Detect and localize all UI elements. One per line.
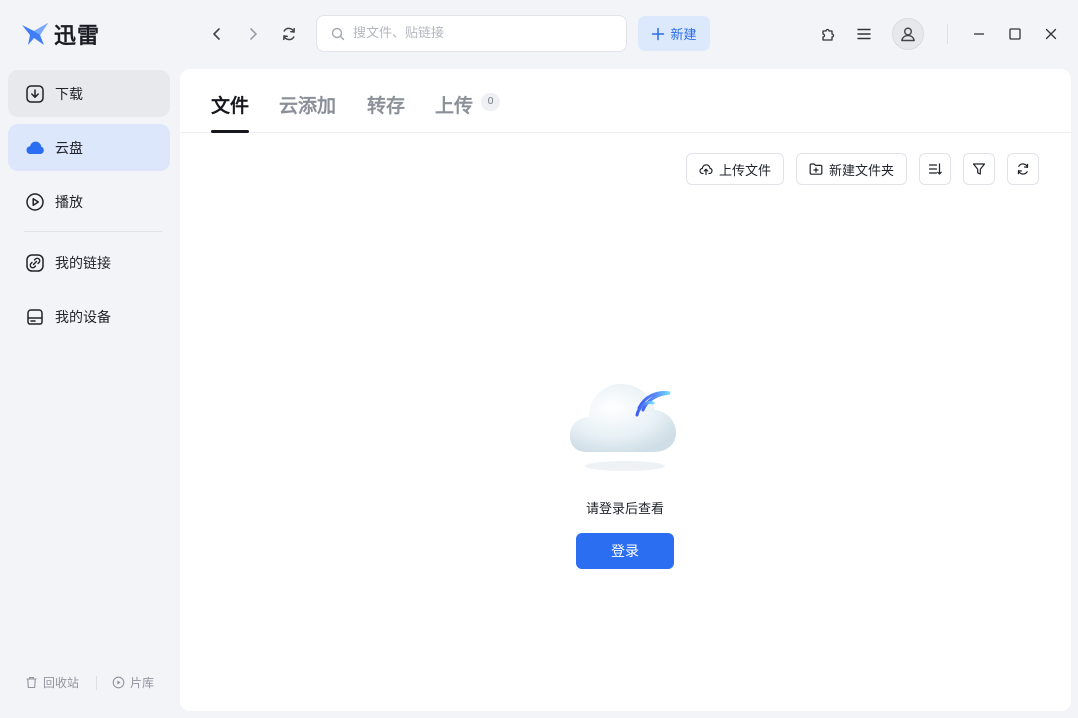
sort-icon	[928, 163, 942, 175]
plus-icon	[652, 27, 665, 40]
tab-bar: 文件 云添加 转存 上传 0	[180, 69, 1071, 133]
sidebar-item-my-devices[interactable]: 我的设备	[8, 293, 170, 340]
sidebar-item-label: 播放	[55, 194, 83, 211]
minimize-icon	[974, 33, 984, 35]
recycle-bin-label: 回收站	[43, 676, 80, 690]
login-prompt: 请登录后查看	[585, 502, 664, 517]
play-icon	[26, 192, 44, 211]
sidebar-item-label: 下载	[55, 86, 83, 103]
cloud-icon	[26, 141, 44, 154]
tab-transfer[interactable]: 转存	[367, 91, 405, 133]
refresh-list-button[interactable]	[1007, 153, 1039, 185]
link-icon	[26, 253, 44, 272]
recycle-bin-link[interactable]: 回收站	[25, 674, 79, 691]
user-avatar[interactable]	[892, 18, 924, 50]
tab-files[interactable]: 文件	[211, 91, 250, 133]
tab-label: 云添加	[279, 95, 337, 117]
sidebar-item-label: 我的设备	[55, 309, 111, 326]
sidebar: 下载 云盘 播放 我的链接 我的设备 回收站 片库	[0, 68, 178, 718]
chevron-left-icon	[213, 28, 220, 40]
upload-file-label: 上传文件	[718, 163, 771, 179]
plugin-button[interactable]	[814, 20, 842, 48]
folder-plus-icon	[809, 163, 823, 175]
minimize-button[interactable]	[965, 20, 993, 48]
tab-upload[interactable]: 上传	[435, 91, 473, 133]
sidebar-item-cloud[interactable]: 云盘	[8, 124, 170, 171]
app-name: 迅雷	[54, 24, 101, 49]
library-label: 片库	[130, 676, 155, 690]
trash-icon	[26, 677, 37, 689]
maximize-icon	[1009, 28, 1021, 40]
sort-button[interactable]	[919, 153, 951, 185]
search-box[interactable]	[316, 15, 627, 52]
menu-button[interactable]	[850, 20, 878, 48]
close-icon	[1045, 28, 1057, 40]
library-icon	[112, 676, 125, 689]
new-folder-button[interactable]: 新建文件夹	[796, 153, 907, 185]
new-task-label: 新建	[670, 28, 697, 43]
empty-cloud-illustration	[569, 384, 676, 471]
sidebar-item-my-links[interactable]: 我的链接	[8, 239, 170, 286]
device-icon	[27, 308, 43, 325]
new-task-button[interactable]: 新建	[638, 16, 710, 51]
upload-count-badge: 0	[481, 93, 500, 111]
download-icon	[26, 84, 44, 103]
back-button[interactable]	[203, 20, 231, 48]
close-button[interactable]	[1037, 20, 1065, 48]
cloud-drive-panel: 文件 云添加 转存 上传 0 上传文件 新建文件夹 请登录后查看 登录	[180, 69, 1071, 711]
thunder-logo-icon	[22, 23, 48, 45]
user-icon	[901, 27, 915, 42]
menu-icon	[857, 28, 871, 40]
chevron-right-icon	[250, 28, 257, 40]
login-button[interactable]: 登录	[576, 533, 674, 569]
maximize-button[interactable]	[1001, 20, 1029, 48]
tab-cloud-add[interactable]: 云添加	[279, 91, 336, 133]
bottom-divider	[96, 676, 97, 690]
app-brand: 迅雷	[20, 18, 100, 50]
tab-label: 转存	[367, 95, 406, 117]
filter-icon	[972, 163, 986, 175]
puzzle-icon	[822, 28, 835, 41]
sidebar-item-play[interactable]: 播放	[8, 178, 170, 225]
tab-label: 文件	[211, 95, 250, 117]
titlebar-divider	[947, 24, 948, 44]
search-input[interactable]	[353, 26, 603, 41]
cloud-upload-icon	[699, 164, 713, 176]
title-bar: 迅雷 新建	[0, 0, 1078, 68]
sidebar-item-download[interactable]: 下载	[8, 70, 170, 117]
new-folder-label: 新建文件夹	[828, 163, 894, 179]
refresh-icon	[1017, 163, 1029, 175]
sidebar-divider	[24, 231, 162, 232]
refresh-button[interactable]	[275, 20, 303, 48]
forward-button[interactable]	[239, 20, 267, 48]
upload-file-button[interactable]: 上传文件	[686, 153, 784, 185]
login-label: 登录	[611, 544, 639, 560]
sidebar-item-label: 云盘	[55, 140, 83, 157]
sidebar-item-label: 我的链接	[55, 255, 111, 272]
refresh-icon	[283, 27, 295, 41]
filter-button[interactable]	[963, 153, 995, 185]
tab-label: 上传	[435, 95, 474, 117]
search-icon	[331, 27, 345, 40]
library-link[interactable]: 片库	[112, 674, 154, 691]
